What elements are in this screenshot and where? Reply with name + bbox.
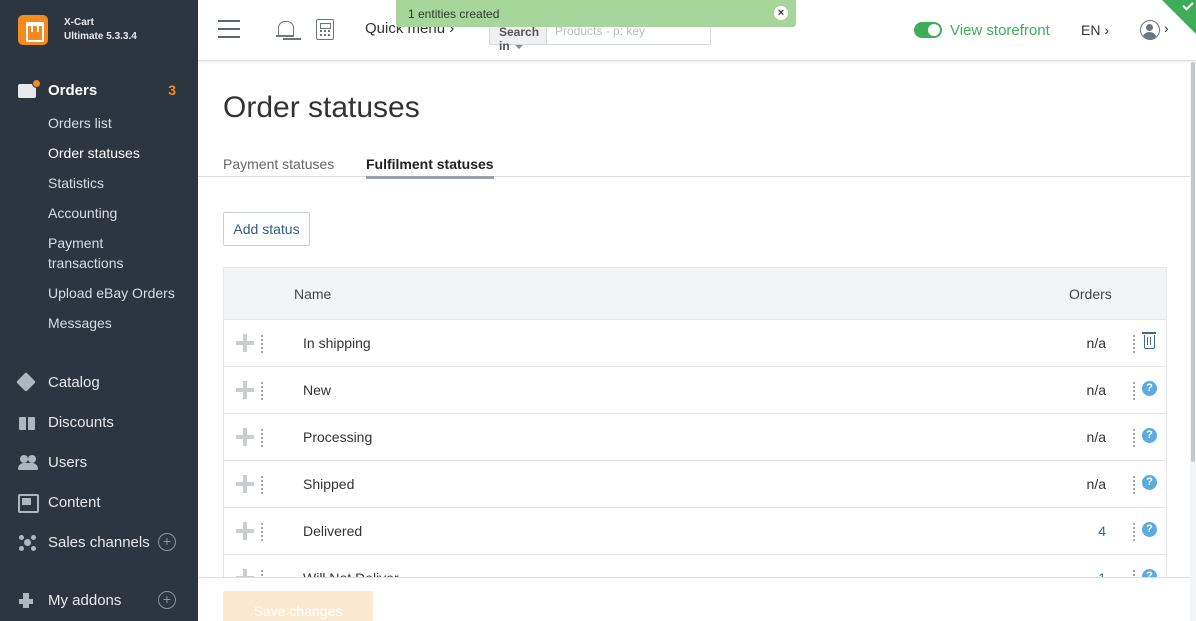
brand-text: X-Cart Ultimate 5.3.3.4 (64, 16, 137, 44)
separator (261, 522, 263, 542)
tab-payment-statuses[interactable]: Payment statuses (223, 156, 334, 172)
separator (261, 428, 263, 448)
status-orders: n/a (1086, 382, 1106, 398)
status-orders-link[interactable]: 4 (1098, 523, 1106, 539)
sidebar-item-content[interactable]: Content (0, 482, 198, 522)
sidebar-item-orders-label: Orders (48, 81, 98, 99)
drag-handle-icon[interactable] (236, 334, 254, 352)
sidebar-item-order-statuses[interactable]: Order statuses (48, 138, 198, 168)
drag-handle-icon[interactable] (236, 475, 254, 493)
drag-handle-icon[interactable] (236, 522, 254, 540)
menu-icon[interactable] (218, 20, 240, 38)
content-icon (18, 493, 40, 513)
scrollbar-thumb[interactable] (1191, 62, 1195, 462)
tag-icon (18, 373, 40, 391)
status-orders: n/a (1086, 335, 1106, 351)
calculator-icon[interactable] (316, 19, 334, 40)
help-icon[interactable]: ? (1142, 475, 1157, 490)
storefront-toggle[interactable] (914, 22, 942, 38)
brand-version: Ultimate 5.3.3.4 (64, 31, 137, 42)
table-row: Shipped n/a ? (223, 461, 1167, 508)
separator (261, 381, 263, 401)
separator (1133, 428, 1135, 448)
nav-orders-section: Orders 3 Orders list Order statuses Stat… (0, 60, 198, 338)
status-tabs: Payment statuses Fulfilment statuses (198, 154, 1190, 179)
separator (261, 475, 263, 495)
sidebar-item-accounting[interactable]: Accounting (48, 198, 198, 228)
sticky-footer: Save changes (198, 577, 1190, 621)
brand[interactable]: X-Cart Ultimate 5.3.3.4 (0, 0, 198, 60)
notification-banner: 1 entities created × (396, 0, 796, 27)
separator (1133, 381, 1135, 401)
status-name[interactable]: New (303, 382, 331, 398)
bell-icon[interactable] (276, 20, 294, 40)
close-icon[interactable]: × (774, 6, 788, 20)
save-changes-button[interactable]: Save changes (223, 591, 373, 621)
table-header: Name Orders (223, 267, 1167, 320)
sidebar-item-upload-ebay-orders[interactable]: Upload eBay Orders (48, 278, 198, 308)
separator (1133, 334, 1135, 354)
brand-name: X-Cart (64, 17, 95, 28)
sidebar-item-label: Content (48, 493, 101, 511)
xcart-logo-icon (18, 15, 48, 45)
status-name[interactable]: Shipped (303, 476, 354, 492)
sidebar-item-my-addons[interactable]: My addons + (0, 580, 198, 620)
separator (1133, 522, 1135, 542)
sidebar-item-discounts[interactable]: Discounts (0, 402, 198, 442)
column-header-name: Name (294, 286, 332, 302)
column-header-orders: Orders (1069, 286, 1112, 302)
trash-icon[interactable] (1142, 332, 1156, 349)
orders-submenu: Orders list Order statuses Statistics Ac… (0, 108, 198, 338)
status-name[interactable]: Delivered (303, 523, 362, 539)
table-row: Processing n/a ? (223, 414, 1167, 461)
notification-text: 1 entities created (408, 7, 500, 21)
user-avatar-icon[interactable] (1140, 20, 1160, 40)
sidebar-item-orders-list[interactable]: Orders list (48, 108, 198, 138)
help-icon[interactable]: ? (1142, 428, 1157, 443)
sidebar: X-Cart Ultimate 5.3.3.4 Orders 3 Orders … (0, 0, 198, 621)
add-circle-icon[interactable]: + (158, 533, 176, 551)
tab-fulfilment-statuses[interactable]: Fulfilment statuses (366, 156, 494, 179)
nav-lower-section: Catalog Discounts Users Content Sales ch… (0, 362, 198, 620)
drag-handle-icon[interactable] (236, 428, 254, 446)
share-icon (18, 533, 40, 551)
sidebar-item-orders[interactable]: Orders 3 (0, 78, 198, 102)
gift-icon (18, 413, 40, 431)
table-row: In shipping n/a (223, 320, 1167, 367)
sidebar-item-statistics[interactable]: Statistics (48, 168, 198, 198)
page-title: Order statuses (223, 91, 420, 124)
help-icon[interactable]: ? (1142, 522, 1157, 537)
table-row: New n/a ? (223, 367, 1167, 414)
sidebar-item-label: Catalog (48, 373, 100, 391)
sidebar-item-sales-channels[interactable]: Sales channels + (0, 522, 198, 562)
users-icon (18, 453, 40, 471)
separator (261, 334, 263, 354)
status-orders: n/a (1086, 429, 1106, 445)
language-selector[interactable]: EN › (1081, 22, 1109, 38)
main-content: Order statuses Payment statuses Fulfilme… (198, 61, 1190, 621)
orders-icon (18, 79, 41, 99)
add-status-button[interactable]: Add status (223, 212, 310, 246)
sidebar-item-label: Users (48, 453, 88, 471)
orders-count-badge: 3 (168, 82, 176, 98)
status-name[interactable]: In shipping (303, 335, 371, 351)
status-name[interactable]: Processing (303, 429, 372, 445)
caret-down-icon (514, 44, 523, 49)
puzzle-icon (18, 591, 40, 609)
statuses-table: Name Orders In shipping n/a New n/a ? Pr… (223, 267, 1167, 602)
view-storefront-link[interactable]: View storefront (950, 22, 1050, 39)
sidebar-item-users[interactable]: Users (0, 442, 198, 482)
add-circle-icon[interactable]: + (158, 591, 176, 609)
drag-handle-icon[interactable] (236, 381, 254, 399)
sidebar-item-label: Discounts (48, 413, 114, 431)
help-icon[interactable]: ? (1142, 381, 1157, 396)
sidebar-item-catalog[interactable]: Catalog (0, 362, 198, 402)
status-orders: n/a (1086, 476, 1106, 492)
sidebar-item-label: Sales channels (48, 533, 150, 551)
sidebar-item-payment-transactions[interactable]: Payment transactions (48, 228, 138, 278)
separator (1133, 475, 1135, 495)
sidebar-item-label: My addons (48, 591, 122, 609)
table-row: Delivered 4 ? (223, 508, 1167, 555)
sidebar-item-messages[interactable]: Messages (48, 308, 198, 338)
